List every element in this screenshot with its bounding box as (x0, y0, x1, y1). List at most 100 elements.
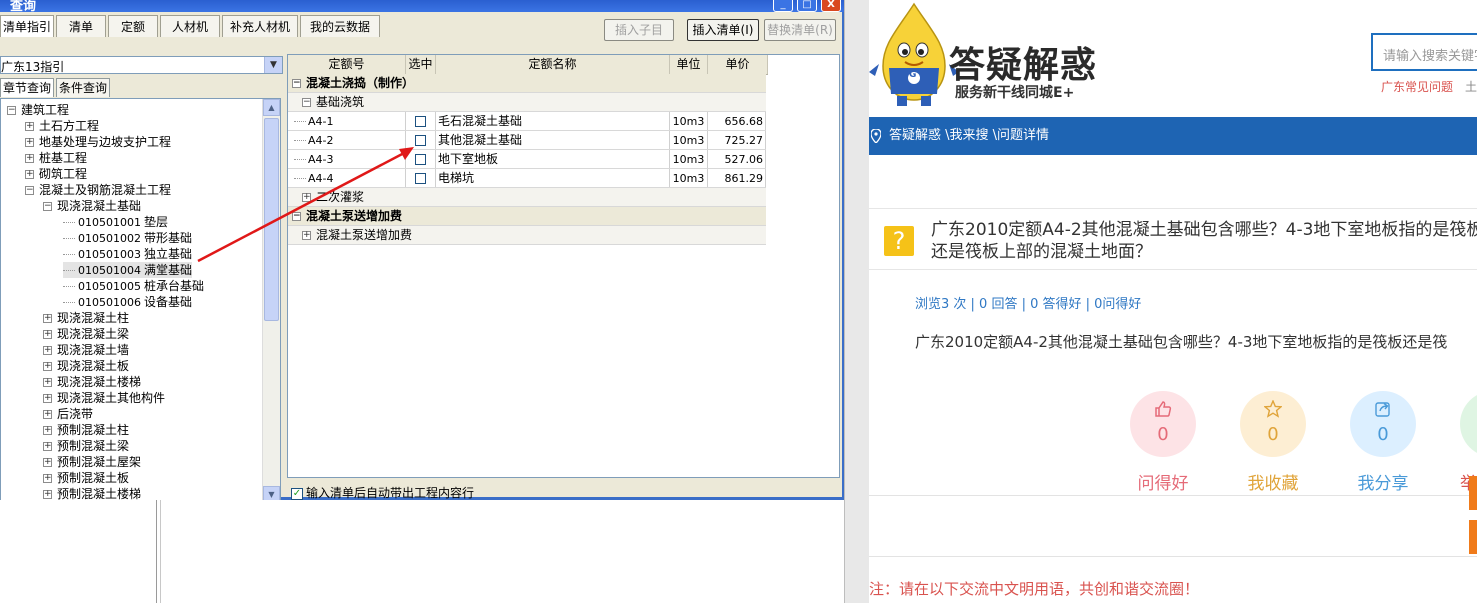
auto-insert-checkbox[interactable]: ✓ (291, 487, 303, 500)
select-checkbox[interactable] (415, 135, 426, 146)
share-button[interactable]: 0 我分享 (1350, 391, 1416, 494)
col-price[interactable]: 单价 (708, 55, 768, 74)
hot-link-next[interactable]: 土 (1465, 80, 1477, 94)
tree-node[interactable]: 010501005 桩承台基础 (63, 278, 204, 294)
expand-icon[interactable]: + (25, 122, 34, 131)
select-checkbox[interactable] (415, 154, 426, 165)
expand-icon[interactable]: + (25, 170, 34, 179)
expand-icon[interactable]: + (43, 314, 52, 323)
favorite-button[interactable]: 0 我收藏 (1240, 391, 1306, 494)
expand-icon[interactable]: + (302, 193, 311, 202)
collapse-icon[interactable]: − (292, 79, 301, 88)
tab-list[interactable]: 清单 (56, 15, 106, 37)
side-float-tab[interactable] (1469, 476, 1477, 510)
grid-row-item[interactable]: A4-2 其他混凝土基础 10m3 725.27 (288, 131, 766, 150)
collapse-icon[interactable]: − (302, 98, 311, 107)
expand-icon[interactable]: + (25, 154, 34, 163)
tree-node[interactable]: 010501001 垫层 (63, 214, 168, 230)
like-count: 0 (1157, 424, 1169, 445)
expand-icon[interactable]: + (43, 458, 52, 467)
tree-node[interactable]: + 预制混凝土屋架 (43, 454, 141, 470)
insert-sub-button[interactable]: 插入子目 (604, 19, 674, 41)
site-logo-title[interactable]: 答疑解惑 (949, 36, 1097, 88)
expand-icon[interactable]: + (25, 138, 34, 147)
col-selected[interactable]: 选中 (406, 55, 436, 74)
tree-node[interactable]: + 土石方工程 (25, 118, 99, 134)
tree-node[interactable]: + 砌筑工程 (25, 166, 87, 182)
subtab-condition-query[interactable]: 条件查询 (56, 78, 110, 97)
expand-icon[interactable]: + (43, 330, 52, 339)
tree-node[interactable]: + 现浇混凝土墙 (43, 342, 129, 358)
tree-node[interactable]: + 预制混凝土板 (43, 470, 129, 486)
grid-row-group[interactable]: − 混凝土泵送增加费 (288, 207, 766, 226)
tree-node[interactable]: + 地基处理与边坡支护工程 (25, 134, 171, 150)
subtab-chapter-query[interactable]: 章节查询 (0, 78, 54, 97)
grid-row-item[interactable]: A4-3 地下室地板 10m3 527.06 (288, 150, 766, 169)
tree-node[interactable]: − 现浇混凝土基础 (43, 198, 141, 214)
expand-icon[interactable]: + (302, 231, 311, 240)
col-quota-no[interactable]: 定额号 (288, 55, 406, 74)
expand-icon[interactable]: + (43, 474, 52, 483)
tree-node[interactable]: + 现浇混凝土柱 (43, 310, 129, 326)
col-quota-name[interactable]: 定额名称 (436, 55, 670, 74)
select-checkbox[interactable] (415, 116, 426, 127)
tree-node[interactable]: 010501006 设备基础 (63, 294, 192, 310)
like-question-button[interactable]: 0 问得好 (1130, 391, 1196, 494)
tab-cloud-data[interactable]: 我的云数据 (300, 15, 380, 37)
tree-node[interactable]: + 现浇混凝土楼梯 (43, 374, 141, 390)
expand-icon[interactable]: + (43, 490, 52, 499)
tree-node[interactable]: 010501004 满堂基础 (63, 262, 193, 278)
chevron-down-icon[interactable]: ▼ (264, 57, 282, 73)
col-unit[interactable]: 单位 (670, 55, 708, 74)
side-float-tab[interactable] (1469, 520, 1477, 554)
tree-node[interactable]: + 桩基工程 (25, 150, 87, 166)
expand-icon[interactable]: + (43, 426, 52, 435)
expand-icon[interactable]: + (43, 346, 52, 355)
scroll-thumb[interactable] (264, 118, 279, 321)
expand-icon[interactable]: + (43, 410, 52, 419)
collapse-icon[interactable]: − (43, 202, 52, 211)
insert-list-button[interactable]: 插入清单(I) (687, 19, 759, 41)
grid-row-item[interactable]: A4-1 毛石混凝土基础 10m3 656.68 (288, 112, 766, 131)
expand-icon[interactable]: + (43, 394, 52, 403)
tree-node[interactable]: − 建筑工程 (7, 102, 69, 118)
grid-row-sub[interactable]: − 基础浇筑 (288, 93, 766, 112)
search-input[interactable]: 请输入搜索关键字 (1371, 33, 1477, 71)
grid-row-group[interactable]: − 混凝土浇捣（制作） (288, 74, 766, 93)
tab-list-guide[interactable]: 清单指引 (0, 15, 54, 37)
hot-link-guangdong[interactable]: 广东常见问题 (1381, 80, 1453, 94)
tab-extra-materials[interactable]: 补充人材机 (222, 15, 298, 37)
tree-node-label: 后浇带 (57, 407, 94, 421)
maximize-button[interactable]: □ (797, 0, 817, 12)
grid-row-item[interactable]: A4-4 电梯坑 10m3 861.29 (288, 169, 766, 188)
tree-node[interactable]: 010501002 带形基础 (63, 230, 192, 246)
grid-row-sub[interactable]: + 混凝土泵送增加费 (288, 226, 766, 245)
scroll-up-icon[interactable]: ▲ (263, 99, 280, 116)
grid-row-sub[interactable]: + 二次灌浆 (288, 188, 766, 207)
expand-icon[interactable]: + (43, 442, 52, 451)
tab-materials[interactable]: 人材机 (160, 15, 220, 37)
minimize-button[interactable]: _ (773, 0, 793, 12)
breadcrumb[interactable]: 答疑解惑 \我来搜 \问题详情 (889, 117, 1049, 155)
auto-insert-checkbox-row[interactable]: ✓ 输入清单后自动带出工程内容行 (291, 485, 474, 501)
tree-node[interactable]: + 预制混凝土柱 (43, 422, 129, 438)
collapse-icon[interactable]: − (25, 186, 34, 195)
tab-quota[interactable]: 定额 (108, 15, 158, 37)
tree-node[interactable]: + 现浇混凝土其他构件 (43, 390, 165, 406)
tree-node[interactable]: 010501003 独立基础 (63, 246, 192, 262)
tree-node[interactable]: + 现浇混凝土梁 (43, 326, 129, 342)
collapse-icon[interactable]: − (292, 212, 301, 221)
expand-icon[interactable]: + (43, 378, 52, 387)
tree-node[interactable]: − 混凝土及钢筋混凝土工程 (25, 182, 171, 198)
tree-connector (294, 178, 306, 179)
guide-select[interactable]: 广东13指引 ▼ (0, 56, 283, 74)
close-button[interactable]: X (821, 0, 841, 12)
expand-icon[interactable]: + (43, 362, 52, 371)
tree-scrollbar[interactable]: ▲ ▼ (262, 99, 280, 503)
collapse-icon[interactable]: − (7, 106, 16, 115)
tree-node[interactable]: + 后浇带 (43, 406, 93, 422)
replace-list-button[interactable]: 替换清单(R) (764, 19, 836, 41)
tree-node[interactable]: + 现浇混凝土板 (43, 358, 129, 374)
select-checkbox[interactable] (415, 173, 426, 184)
tree-node[interactable]: + 预制混凝土梁 (43, 438, 129, 454)
